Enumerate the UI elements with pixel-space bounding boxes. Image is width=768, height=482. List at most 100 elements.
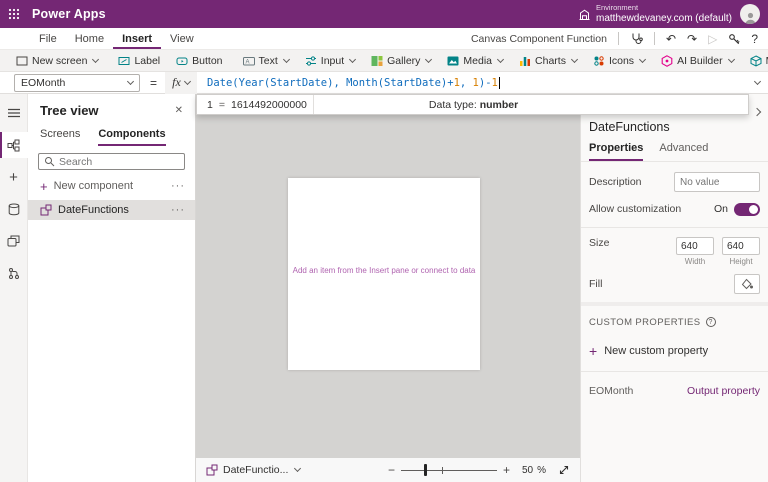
formula-result-popup: 1 = 1614492000000 Data type: number xyxy=(196,94,749,115)
zoom-slider-track[interactable] xyxy=(401,470,497,472)
description-input[interactable] xyxy=(674,172,760,192)
new-component-button[interactable]: + New component ··· xyxy=(28,175,195,197)
chevron-down-icon xyxy=(127,77,134,84)
rail-media-icon[interactable] xyxy=(0,228,28,254)
width-label: Width xyxy=(685,257,705,266)
toolbar-label: New screen xyxy=(32,55,87,67)
fullscreen-icon[interactable] xyxy=(558,464,570,476)
menu-bar: File Home Insert View Canvas Component F… xyxy=(0,28,768,50)
toolbar-input[interactable]: Input xyxy=(297,50,363,71)
menu-item-insert[interactable]: Insert xyxy=(113,28,161,49)
status-component-selector[interactable]: DateFunctio... xyxy=(196,464,300,476)
tree-item-label: DateFunctions xyxy=(58,204,129,216)
chevron-down-icon xyxy=(571,55,578,62)
rail-insert-icon[interactable]: + xyxy=(0,164,28,190)
toolbar-new-screen[interactable]: New screen xyxy=(8,50,106,71)
result-data-type: Data type: number xyxy=(429,99,518,111)
label-icon xyxy=(118,55,130,67)
more-options-icon[interactable]: ··· xyxy=(171,204,185,216)
property-selector-dropdown[interactable]: EOMonth xyxy=(14,74,140,92)
result-index: 1 xyxy=(207,99,213,111)
zoom-slider-tick xyxy=(442,467,444,474)
status-component-name: DateFunctio... xyxy=(223,464,288,476)
divider xyxy=(654,32,655,45)
environment-selector[interactable]: Environment matthewdevaney.com (default) xyxy=(579,4,732,24)
canvas-background: Add an item from the Insert pane or conn… xyxy=(196,94,580,458)
toolbar-gallery[interactable]: Gallery xyxy=(363,50,439,71)
zoom-out-button[interactable]: − xyxy=(382,464,401,476)
tab-properties[interactable]: Properties xyxy=(589,142,643,161)
tree-view-title: Tree view xyxy=(40,103,99,118)
toggle-knob xyxy=(749,205,758,214)
menu-item-view[interactable]: View xyxy=(161,28,203,49)
zoom-in-button[interactable]: + xyxy=(497,464,516,476)
rail-tree-view-icon[interactable] xyxy=(0,132,28,158)
toolbar-media[interactable]: Media xyxy=(439,50,511,71)
search-input[interactable] xyxy=(59,156,179,168)
fx-dropdown[interactable]: fx xyxy=(165,72,197,94)
ai-builder-icon xyxy=(661,55,673,67)
tab-advanced[interactable]: Advanced xyxy=(659,142,708,161)
rail-data-icon[interactable] xyxy=(0,196,28,222)
component-design-canvas[interactable]: Add an item from the Insert pane or conn… xyxy=(288,178,480,370)
zoom-slider-handle[interactable] xyxy=(424,464,427,476)
toolbar-ai-builder[interactable]: AI Builder xyxy=(653,50,742,71)
custom-property-name: EOMonth xyxy=(589,385,633,397)
data-type-label: Data type: xyxy=(429,99,480,111)
toolbar-label: Text xyxy=(259,55,278,67)
waffle-dots xyxy=(8,8,20,20)
chevron-down-icon xyxy=(92,55,99,62)
width-input[interactable] xyxy=(676,237,714,255)
help-icon[interactable]: ? xyxy=(751,33,758,45)
formula-text[interactable]: Date(Year(StartDate), Month(StartDate)+1… xyxy=(197,72,753,93)
waffle-menu-icon[interactable] xyxy=(0,0,28,28)
rail-hamburger-icon[interactable] xyxy=(0,100,28,126)
charts-icon xyxy=(519,55,531,67)
toolbar-charts[interactable]: Charts xyxy=(511,50,585,71)
media-icon xyxy=(447,55,459,67)
icons-icon xyxy=(593,55,605,67)
redo-icon[interactable]: ↷ xyxy=(687,33,697,45)
more-options-icon[interactable]: ··· xyxy=(171,180,185,192)
input-icon xyxy=(305,55,317,67)
new-screen-icon xyxy=(16,55,28,67)
left-icon-rail: + xyxy=(0,94,28,482)
new-custom-property-button[interactable]: + New custom property xyxy=(581,341,768,361)
play-preview-icon[interactable]: ▷ xyxy=(708,33,717,45)
tree-item-datefunctions[interactable]: DateFunctions ··· xyxy=(28,200,195,220)
rail-advanced-tools-icon[interactable] xyxy=(0,260,28,286)
tab-screens[interactable]: Screens xyxy=(40,128,80,146)
person-icon xyxy=(744,11,757,24)
info-icon[interactable]: ? xyxy=(706,317,716,327)
paint-bucket-icon xyxy=(741,278,753,290)
output-property-link[interactable]: Output property xyxy=(687,385,760,397)
component-icon xyxy=(206,464,218,476)
undo-icon[interactable]: ↶ xyxy=(666,33,676,45)
height-input[interactable] xyxy=(722,237,760,255)
toolbar-label-control[interactable]: Label xyxy=(110,50,168,71)
property-selector-value: EOMonth xyxy=(21,77,65,89)
user-avatar[interactable] xyxy=(740,4,760,24)
key-icon[interactable] xyxy=(728,33,740,45)
zoom-slider[interactable] xyxy=(401,463,497,477)
toolbar-text[interactable]: A Text xyxy=(235,50,297,71)
close-icon[interactable]: ✕ xyxy=(175,105,183,116)
equals-sign: = xyxy=(150,76,157,90)
zoom-unit: % xyxy=(537,465,546,476)
tab-components[interactable]: Components xyxy=(98,128,165,146)
toolbar-icons[interactable]: Icons xyxy=(585,50,653,71)
fill-color-swatch[interactable] xyxy=(734,274,760,294)
text-icon: A xyxy=(243,55,255,67)
panel-collapse-chevron-icon[interactable] xyxy=(754,102,760,120)
environment-label: Environment xyxy=(596,4,732,13)
chevron-down-icon xyxy=(349,55,356,62)
formula-expand-chevron[interactable] xyxy=(753,82,768,84)
menu-item-file[interactable]: File xyxy=(30,28,66,49)
menu-item-home[interactable]: Home xyxy=(66,28,113,49)
app-checker-icon[interactable] xyxy=(630,32,643,45)
new-component-label: New component xyxy=(54,180,134,192)
toolbar-mixed-reality[interactable]: Mixed Reality xyxy=(742,50,768,71)
allow-customization-toggle[interactable] xyxy=(734,203,760,216)
toolbar-button-control[interactable]: Button xyxy=(168,50,230,71)
chevron-down-icon xyxy=(754,77,761,84)
